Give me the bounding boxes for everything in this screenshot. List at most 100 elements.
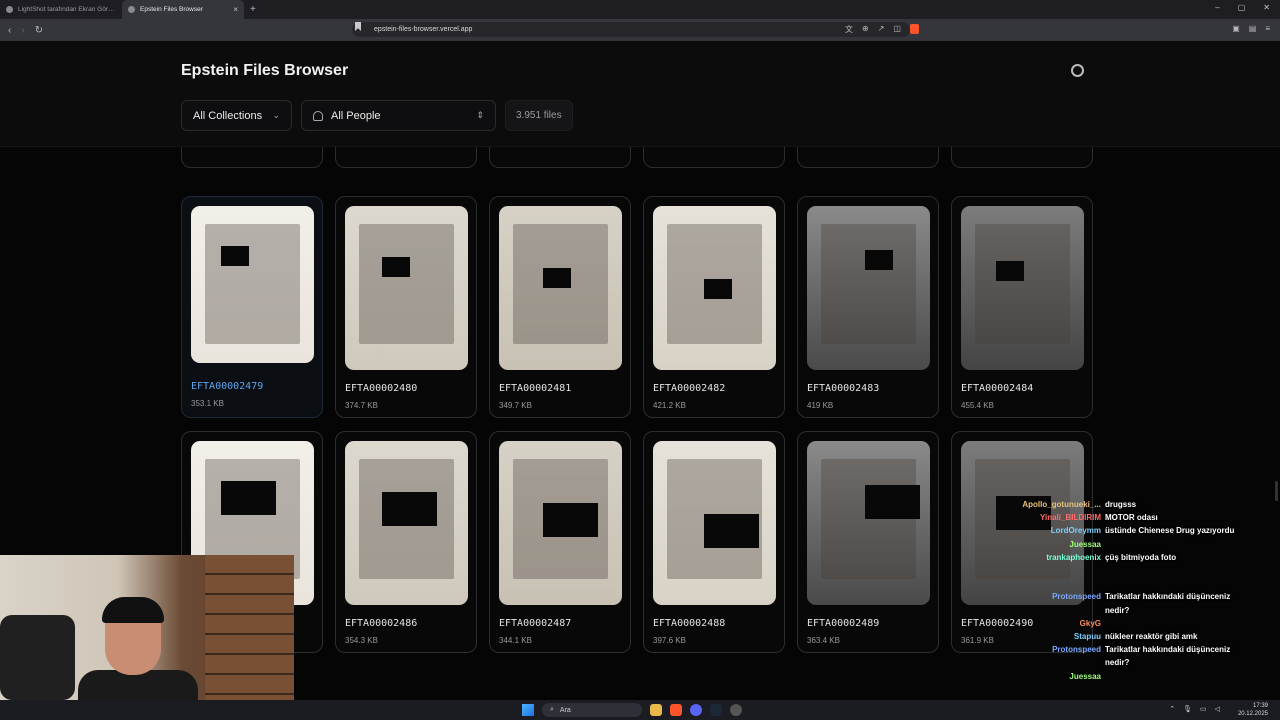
photo-content: [975, 224, 1070, 344]
browser-tab-bar: LightShot tarafından Ekran Görüntüsü Eps…: [0, 0, 1280, 19]
file-card[interactable]: EFTA00002480 374.7 KB: [335, 196, 477, 418]
chat-username: [990, 658, 1105, 667]
app-header: Epstein Files Browser All Collections ⌄ …: [0, 41, 1280, 147]
file-name: EFTA00002481: [499, 383, 572, 394]
url-field[interactable]: epstein-files-browser.vercel.app: [352, 22, 910, 37]
chat-message: Protonspeed Tarikatlar hakkındaki düşünce…: [990, 645, 1280, 654]
minimize-icon[interactable]: –: [1215, 3, 1219, 12]
people-select[interactable]: All People ⇕: [301, 100, 496, 131]
chat-text: çüş bitmiyoda foto: [1105, 552, 1177, 562]
new-tab-icon[interactable]: +: [244, 4, 262, 15]
file-thumbnail: [961, 441, 1084, 605]
redaction-box: [543, 503, 598, 537]
taskbar-search-label: Ara: [559, 706, 571, 714]
file-card[interactable]: EFTA00002488 397.6 KB: [643, 431, 785, 653]
url-tools: 文 ⊕ ↗ ◫: [845, 24, 919, 35]
chat-message: nedir?: [990, 658, 1280, 667]
file-card[interactable]: EFTA00002481 349.7 KB: [489, 196, 631, 418]
close-tab-icon[interactable]: ×: [233, 5, 238, 14]
redaction-box: [543, 268, 571, 288]
file-name: EFTA00002488: [653, 618, 726, 629]
chat-username: GkyG: [1079, 618, 1101, 628]
webcam-overlay: [0, 555, 294, 700]
chat-message: Juessaa: [990, 672, 1280, 681]
file-name: EFTA00002484: [961, 383, 1034, 394]
system-tray: ⌃ 🎙 ▭ ◁: [1169, 705, 1220, 713]
volume-icon[interactable]: ◁: [1215, 705, 1220, 713]
close-window-icon[interactable]: ✕: [1263, 3, 1270, 12]
translate-icon[interactable]: 文: [845, 24, 853, 35]
file-card[interactable]: EFTA00002479 353.1 KB: [181, 196, 323, 418]
taskbar: ⌕ Ara ⌃ 🎙 ▭ ◁ 17:39 20.12.2025: [0, 700, 1280, 720]
chat-text: nedir?: [1105, 658, 1130, 668]
github-icon[interactable]: [1071, 64, 1084, 77]
reload-icon[interactable]: ↻: [35, 25, 43, 36]
chat-text: [1105, 672, 1280, 681]
zoom-icon[interactable]: ⊕: [862, 24, 869, 35]
chat-message: trankaphoenix çüş bitmiyoda foto: [990, 553, 1280, 562]
extensions-icon[interactable]: ▣: [1232, 24, 1240, 33]
windows-start-icon[interactable]: [522, 704, 534, 716]
forward-icon[interactable]: ›: [21, 25, 24, 36]
back-icon[interactable]: ‹: [8, 25, 11, 36]
redaction-box: [221, 246, 249, 266]
chat-message: Juessaa: [990, 540, 1280, 549]
photo-content: [205, 224, 300, 344]
obs-icon[interactable]: [730, 704, 742, 716]
menu-icon[interactable]: ≡: [1265, 24, 1270, 33]
taskbar-search[interactable]: ⌕ Ara: [542, 703, 642, 717]
chat-text: drugsss: [1105, 500, 1137, 509]
chat-username: Protonspeed: [1052, 645, 1101, 655]
file-thumbnail: [653, 441, 776, 605]
file-size: 354.3 KB: [345, 636, 378, 645]
chat-username: [990, 606, 1105, 615]
brave-shield-icon[interactable]: [909, 24, 919, 34]
brave-browser-icon[interactable]: [670, 704, 682, 716]
restore-icon[interactable]: ▢: [1238, 3, 1246, 12]
browser-tab-active[interactable]: Epstein Files Browser ×: [122, 0, 244, 19]
chat-text: Tarikatlar hakkındaki düşünceniz: [1105, 645, 1231, 655]
discord-icon[interactable]: [690, 704, 702, 716]
file-thumbnail: [653, 206, 776, 370]
file-count: 3.951 files: [516, 110, 562, 121]
shield-icon[interactable]: ◫: [893, 24, 901, 35]
file-card[interactable]: EFTA00002489 363.4 KB: [797, 431, 939, 653]
sidebar-icon[interactable]: ▤: [1249, 24, 1257, 33]
chat-text: nedir?: [1105, 605, 1130, 615]
scrollbar[interactable]: [1275, 481, 1278, 501]
file-explorer-icon[interactable]: [650, 704, 662, 716]
browser-tab[interactable]: LightShot tarafından Ekran Görüntüsü: [0, 0, 122, 19]
file-card[interactable]: EFTA00002484 455.4 KB: [951, 196, 1093, 418]
redaction-box: [382, 492, 437, 526]
chevron-updown-icon: ⇕: [476, 110, 484, 120]
bookshelf: [205, 555, 294, 700]
share-icon[interactable]: ↗: [878, 24, 885, 35]
chat-message: Yinali_BILDIRIM MOTOR odası: [990, 513, 1280, 522]
file-thumbnail: [345, 206, 468, 370]
file-thumbnail: [345, 441, 468, 605]
redaction-box: [704, 279, 732, 299]
people-select-value: All People: [331, 109, 381, 122]
file-size: 421.2 KB: [653, 401, 686, 410]
search-icon: ⌕: [550, 706, 554, 713]
steam-icon[interactable]: [710, 704, 722, 716]
file-card[interactable]: EFTA00002487 344.1 KB: [489, 431, 631, 653]
redaction-box: [704, 514, 759, 548]
mic-icon[interactable]: 🎙: [1183, 705, 1192, 713]
window-controls: – ▢ ✕: [1215, 3, 1270, 12]
person-cap: [102, 597, 164, 623]
file-card[interactable]: EFTA00002483 419 KB: [797, 196, 939, 418]
network-icon[interactable]: ▭: [1200, 705, 1207, 713]
system-clock[interactable]: 17:39 20.12.2025: [1238, 702, 1268, 718]
file-name: EFTA00002489: [807, 618, 880, 629]
redaction-box: [382, 257, 410, 277]
collection-select-value: All Collections: [193, 109, 263, 122]
page-title: Epstein Files Browser: [181, 62, 349, 79]
file-thumbnail: [499, 441, 622, 605]
tray-chevron-icon[interactable]: ⌃: [1169, 705, 1175, 713]
collection-select[interactable]: All Collections ⌄: [181, 100, 292, 131]
file-card[interactable]: EFTA00002482 421.2 KB: [643, 196, 785, 418]
file-card[interactable]: EFTA00002486 354.3 KB: [335, 431, 477, 653]
chat-message: LordOreymm üstünde Chienese Drug yazıyord…: [990, 526, 1280, 535]
photo-content: [359, 224, 454, 344]
